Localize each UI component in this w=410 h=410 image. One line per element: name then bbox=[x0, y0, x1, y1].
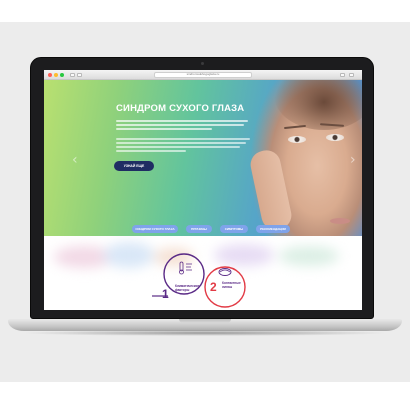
cause-label-2-line2: линзы bbox=[222, 285, 233, 289]
hero-paragraph-line bbox=[116, 138, 250, 140]
browser-toolbar: sindromsukhogoglaza.ru bbox=[44, 70, 362, 80]
hero-photo-eye bbox=[288, 136, 306, 143]
nav-pill-recommendations[interactable]: РЕКОМЕНДАЦИИ bbox=[256, 225, 290, 233]
back-button[interactable] bbox=[70, 73, 75, 77]
laptop-screen: sindromsukhogoglaza.ru СИНДРОМ СУХОГО ГЛ… bbox=[44, 70, 362, 310]
hero-photo-eye bbox=[326, 134, 344, 141]
contact-lens-icon bbox=[218, 268, 232, 276]
address-bar-text: sindromsukhogoglaza.ru bbox=[186, 72, 220, 76]
new-tab-button[interactable] bbox=[349, 73, 354, 77]
hero-paragraph-line bbox=[116, 142, 246, 144]
hero-paragraph-line bbox=[116, 150, 186, 152]
learn-more-button[interactable]: УЗНАЙ ЕЩЕ bbox=[114, 161, 154, 171]
forward-button[interactable] bbox=[77, 73, 82, 77]
camera-icon bbox=[201, 62, 204, 65]
hero-paragraph-line bbox=[116, 124, 244, 126]
close-window-icon[interactable] bbox=[48, 73, 52, 77]
laptop-opening-notch bbox=[179, 319, 231, 323]
nav-pill-causes[interactable]: ПРИЧИНЫ bbox=[186, 225, 212, 233]
share-button[interactable] bbox=[340, 73, 345, 77]
minimize-window-icon[interactable] bbox=[54, 73, 58, 77]
carousel-prev-arrow-icon[interactable]: ‹ bbox=[72, 152, 78, 168]
laptop-shadow bbox=[20, 330, 390, 336]
cause-number-1: 1 bbox=[162, 287, 169, 301]
maximize-window-icon[interactable] bbox=[60, 73, 64, 77]
cause-label-1: Климатические факторы bbox=[175, 284, 199, 292]
nav-pill-dry-eye[interactable]: СИНДРОМ СУХОГО ГЛАЗА bbox=[132, 225, 178, 233]
hero-banner: СИНДРОМ СУХОГО ГЛАЗА УЗНАЙ ЕЩЕ ‹ › СИНДР… bbox=[44, 80, 362, 236]
hero-paragraph-line bbox=[116, 120, 248, 122]
wind-thermometer-icon bbox=[179, 261, 192, 275]
hero-title: СИНДРОМ СУХОГО ГЛАЗА bbox=[116, 103, 245, 114]
cause-label-1-line2: факторы bbox=[175, 288, 190, 292]
hero-photo-lips bbox=[330, 218, 350, 224]
nav-pill-symptoms[interactable]: СИМПТОМЫ bbox=[220, 225, 248, 233]
causes-section: 1 Климатические факторы 2 Контактные лин… bbox=[44, 236, 362, 310]
hero-paragraph-line bbox=[116, 146, 240, 148]
causes-diagram bbox=[152, 253, 246, 308]
hero-paragraph-line bbox=[116, 128, 212, 130]
cause-label-2: Контактные линзы bbox=[222, 281, 241, 289]
address-bar[interactable]: sindromsukhogoglaza.ru bbox=[154, 72, 252, 78]
cause-number-2: 2 bbox=[210, 280, 217, 294]
carousel-next-arrow-icon[interactable]: › bbox=[350, 152, 356, 168]
